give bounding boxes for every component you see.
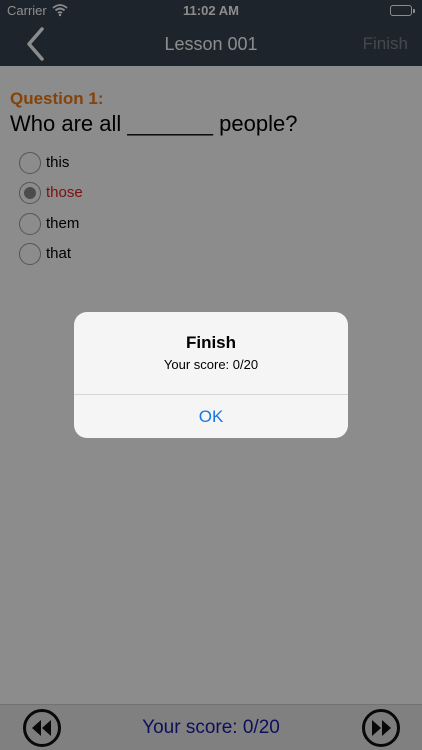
ok-button[interactable]: OK	[74, 395, 348, 438]
finish-alert-dialog: Finish Your score: 0/20 OK	[74, 312, 348, 438]
alert-title: Finish	[185, 333, 237, 352]
alert-message: Your score: 0/20	[163, 357, 259, 372]
